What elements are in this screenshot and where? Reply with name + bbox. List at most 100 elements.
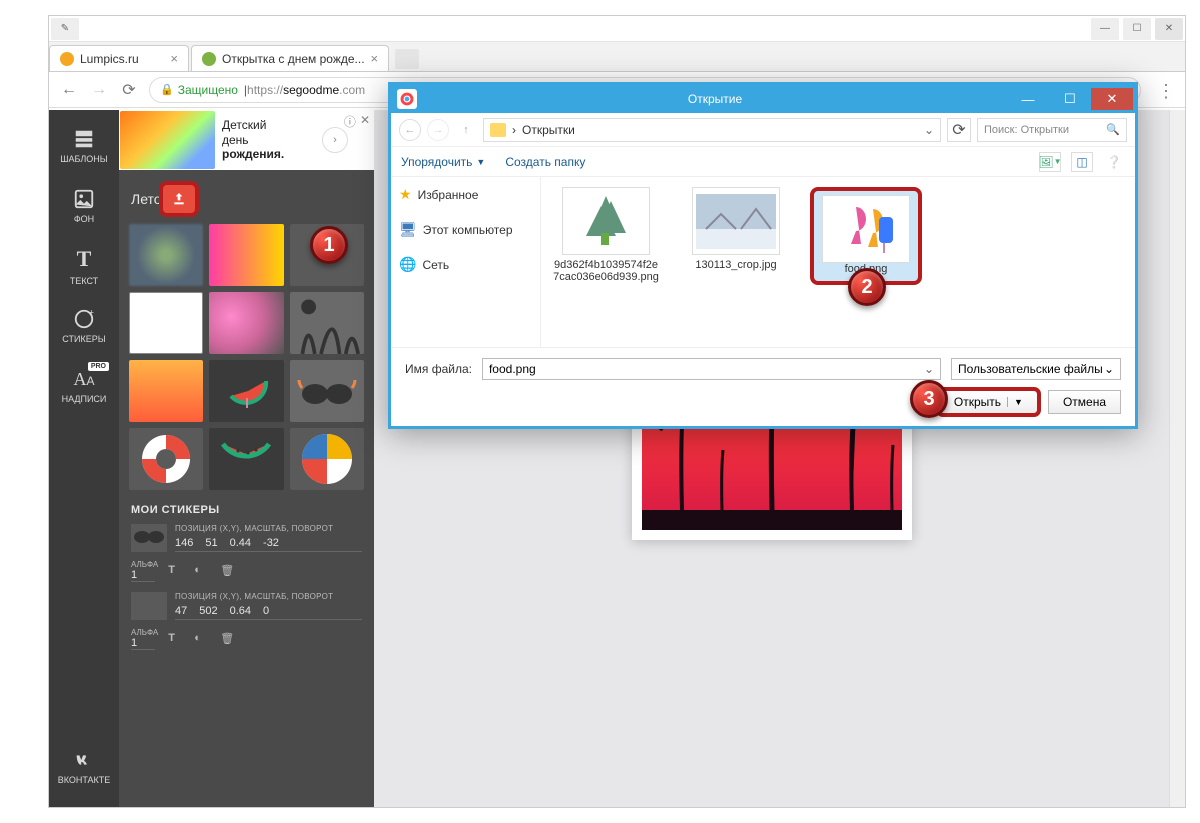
back-button[interactable]: ← [399, 119, 421, 141]
vertical-nav: ШАБЛОНЫ ФОН T ТЕКСТ + СТИКЕРЫ PRO AA НАД… [49, 110, 119, 807]
dialog-close[interactable]: ✕ [1091, 88, 1133, 110]
star-icon: ★ [399, 186, 412, 203]
file-name: 130113_crop.jpg [695, 259, 776, 271]
sticker-tile[interactable] [290, 292, 364, 354]
tree-network[interactable]: 🌐Сеть [395, 253, 536, 276]
ad-banner[interactable]: Детский день рождения. › ⓘ ✕ [119, 110, 374, 170]
maximize-button[interactable]: ☐ [1123, 18, 1151, 40]
file-list: 9d362f4b1039574f2e7cac036e06d939.png 130… [541, 177, 1135, 347]
filename-input[interactable]: food.png⌄ [482, 358, 941, 380]
nav-templates[interactable]: ШАБЛОНЫ [49, 116, 119, 176]
tree-favorites[interactable]: ★Избранное [395, 183, 536, 206]
file-name: 9d362f4b1039574f2e7cac036e06d939.png [551, 259, 661, 283]
upload-button[interactable] [162, 184, 196, 214]
bold-icon[interactable]: T [168, 632, 184, 646]
menu-button[interactable]: ⋮ [1157, 81, 1175, 99]
url-host: segoodme [283, 83, 339, 97]
folder-name: Открытки [522, 123, 575, 137]
ad-controls: ⓘ ✕ [344, 113, 370, 130]
network-icon: 🌐 [399, 256, 416, 273]
sticker-tile[interactable] [290, 360, 364, 422]
nav-background[interactable]: ФОН [49, 176, 119, 236]
file-thumb [562, 187, 650, 255]
category-title: Лето [131, 191, 162, 207]
favicon-icon [60, 52, 74, 66]
reload-button[interactable]: ⟳ [119, 80, 139, 100]
delete-icon[interactable]: 🗑 [220, 632, 236, 646]
sticker-tile[interactable] [209, 360, 283, 422]
minimize-button[interactable]: — [1091, 18, 1119, 40]
nav-stickers[interactable]: + СТИКЕРЫ [49, 296, 119, 356]
dialog-nav: ← → ↑ › Открытки ⌄ ⟳ Поиск: Открытки 🔍 [391, 113, 1135, 147]
my-sticker-item[interactable]: ПОЗИЦИЯ (X,Y), МАСШТАБ, ПОВОРОТ 146 51 0… [119, 524, 374, 592]
organize-button[interactable]: Упорядочить ▼ [401, 155, 485, 169]
sticker-grid [119, 224, 374, 490]
file-item[interactable]: 9d362f4b1039574f2e7cac036e06d939.png [551, 187, 661, 283]
cancel-button[interactable]: Отмена [1048, 390, 1121, 414]
nav-text[interactable]: T ТЕКСТ [49, 236, 119, 296]
view-mode-button[interactable]: 🖼 ▼ [1039, 152, 1061, 172]
dialog-maximize[interactable]: ☐ [1049, 88, 1091, 110]
dialog-minimize[interactable]: — [1007, 88, 1049, 110]
search-placeholder: Поиск: Открытки [984, 124, 1069, 136]
mask-icon[interactable]: ◐ [194, 632, 210, 646]
sticker-tile[interactable] [129, 360, 203, 422]
url-tld: .com [339, 83, 365, 97]
ad-close-icon[interactable]: ✕ [360, 113, 370, 130]
sticker-tile[interactable] [129, 224, 203, 286]
sticker-tile[interactable] [209, 292, 283, 354]
back-button[interactable]: ← [59, 80, 79, 100]
tab-close-icon[interactable]: × [371, 51, 379, 66]
font-icon: AA [73, 369, 94, 390]
sticker-tile[interactable] [209, 224, 283, 286]
new-tab-button[interactable] [395, 49, 419, 69]
tab-segoodme[interactable]: Открытка с днем рожде... × [191, 45, 389, 71]
preview-pane-button[interactable]: ◫ [1071, 152, 1093, 172]
search-icon: 🔍 [1106, 123, 1120, 136]
delete-icon[interactable]: 🗑 [220, 564, 236, 578]
refresh-button[interactable]: ⟳ [947, 118, 971, 142]
sticker-thumb [131, 524, 167, 552]
help-button[interactable]: ❔ [1103, 152, 1125, 172]
my-sticker-item[interactable]: ПОЗИЦИЯ (X,Y), МАСШТАБ, ПОВОРОТ 47 502 0… [119, 592, 374, 660]
sticker-tile[interactable] [129, 428, 203, 490]
up-button[interactable]: ↑ [455, 119, 477, 141]
tab-strip: Lumpics.ru × Открытка с днем рожде... × [49, 42, 1185, 72]
open-button[interactable]: Открыть▼ [939, 390, 1038, 414]
chrome-icon [397, 89, 417, 109]
close-button[interactable]: ✕ [1155, 18, 1183, 40]
sticker-tile[interactable] [129, 292, 203, 354]
panel-header: Лето [119, 170, 374, 224]
mask-icon[interactable]: ◐ [194, 564, 210, 578]
forward-button[interactable]: → [89, 80, 109, 100]
tab-close-icon[interactable]: × [170, 51, 178, 66]
url-scheme: https:// [247, 83, 283, 97]
ad-next-button[interactable]: › [322, 127, 348, 153]
folder-icon [490, 123, 506, 137]
favicon-icon [202, 52, 216, 66]
nav-captions[interactable]: PRO AA НАДПИСИ [49, 356, 119, 416]
breadcrumb[interactable]: › Открытки ⌄ [483, 118, 941, 142]
bold-icon[interactable]: T [168, 564, 184, 578]
os-titlebar: ✎ — ☐ ✕ [49, 16, 1185, 42]
new-folder-button[interactable]: Создать папку [505, 155, 585, 169]
filetype-filter[interactable]: Пользовательские файлы⌄ [951, 358, 1121, 380]
file-thumb [822, 195, 910, 263]
scrollbar[interactable] [1169, 110, 1185, 807]
sticker-tile[interactable] [290, 428, 364, 490]
tree-this-pc[interactable]: 🖥Этот компьютер [395, 218, 536, 241]
file-item[interactable]: 130113_crop.jpg [681, 187, 791, 271]
tab-title: Lumpics.ru [80, 52, 139, 66]
tab-lumpics[interactable]: Lumpics.ru × [49, 45, 189, 71]
search-box[interactable]: Поиск: Открытки 🔍 [977, 118, 1127, 142]
eyedropper-icon[interactable]: ✎ [51, 18, 79, 40]
image-icon [73, 188, 95, 210]
adchoices-icon[interactable]: ⓘ [344, 113, 356, 130]
tab-title: Открытка с днем рожде... [222, 52, 365, 66]
forward-button[interactable]: → [427, 119, 449, 141]
dialog-titlebar: Открытие — ☐ ✕ [391, 85, 1135, 113]
nav-share-vk[interactable]: ВКОНТАКТЕ [49, 737, 119, 797]
upload-icon [171, 191, 187, 207]
filename-label: Имя файла: [405, 362, 472, 376]
sticker-tile[interactable] [209, 428, 283, 490]
